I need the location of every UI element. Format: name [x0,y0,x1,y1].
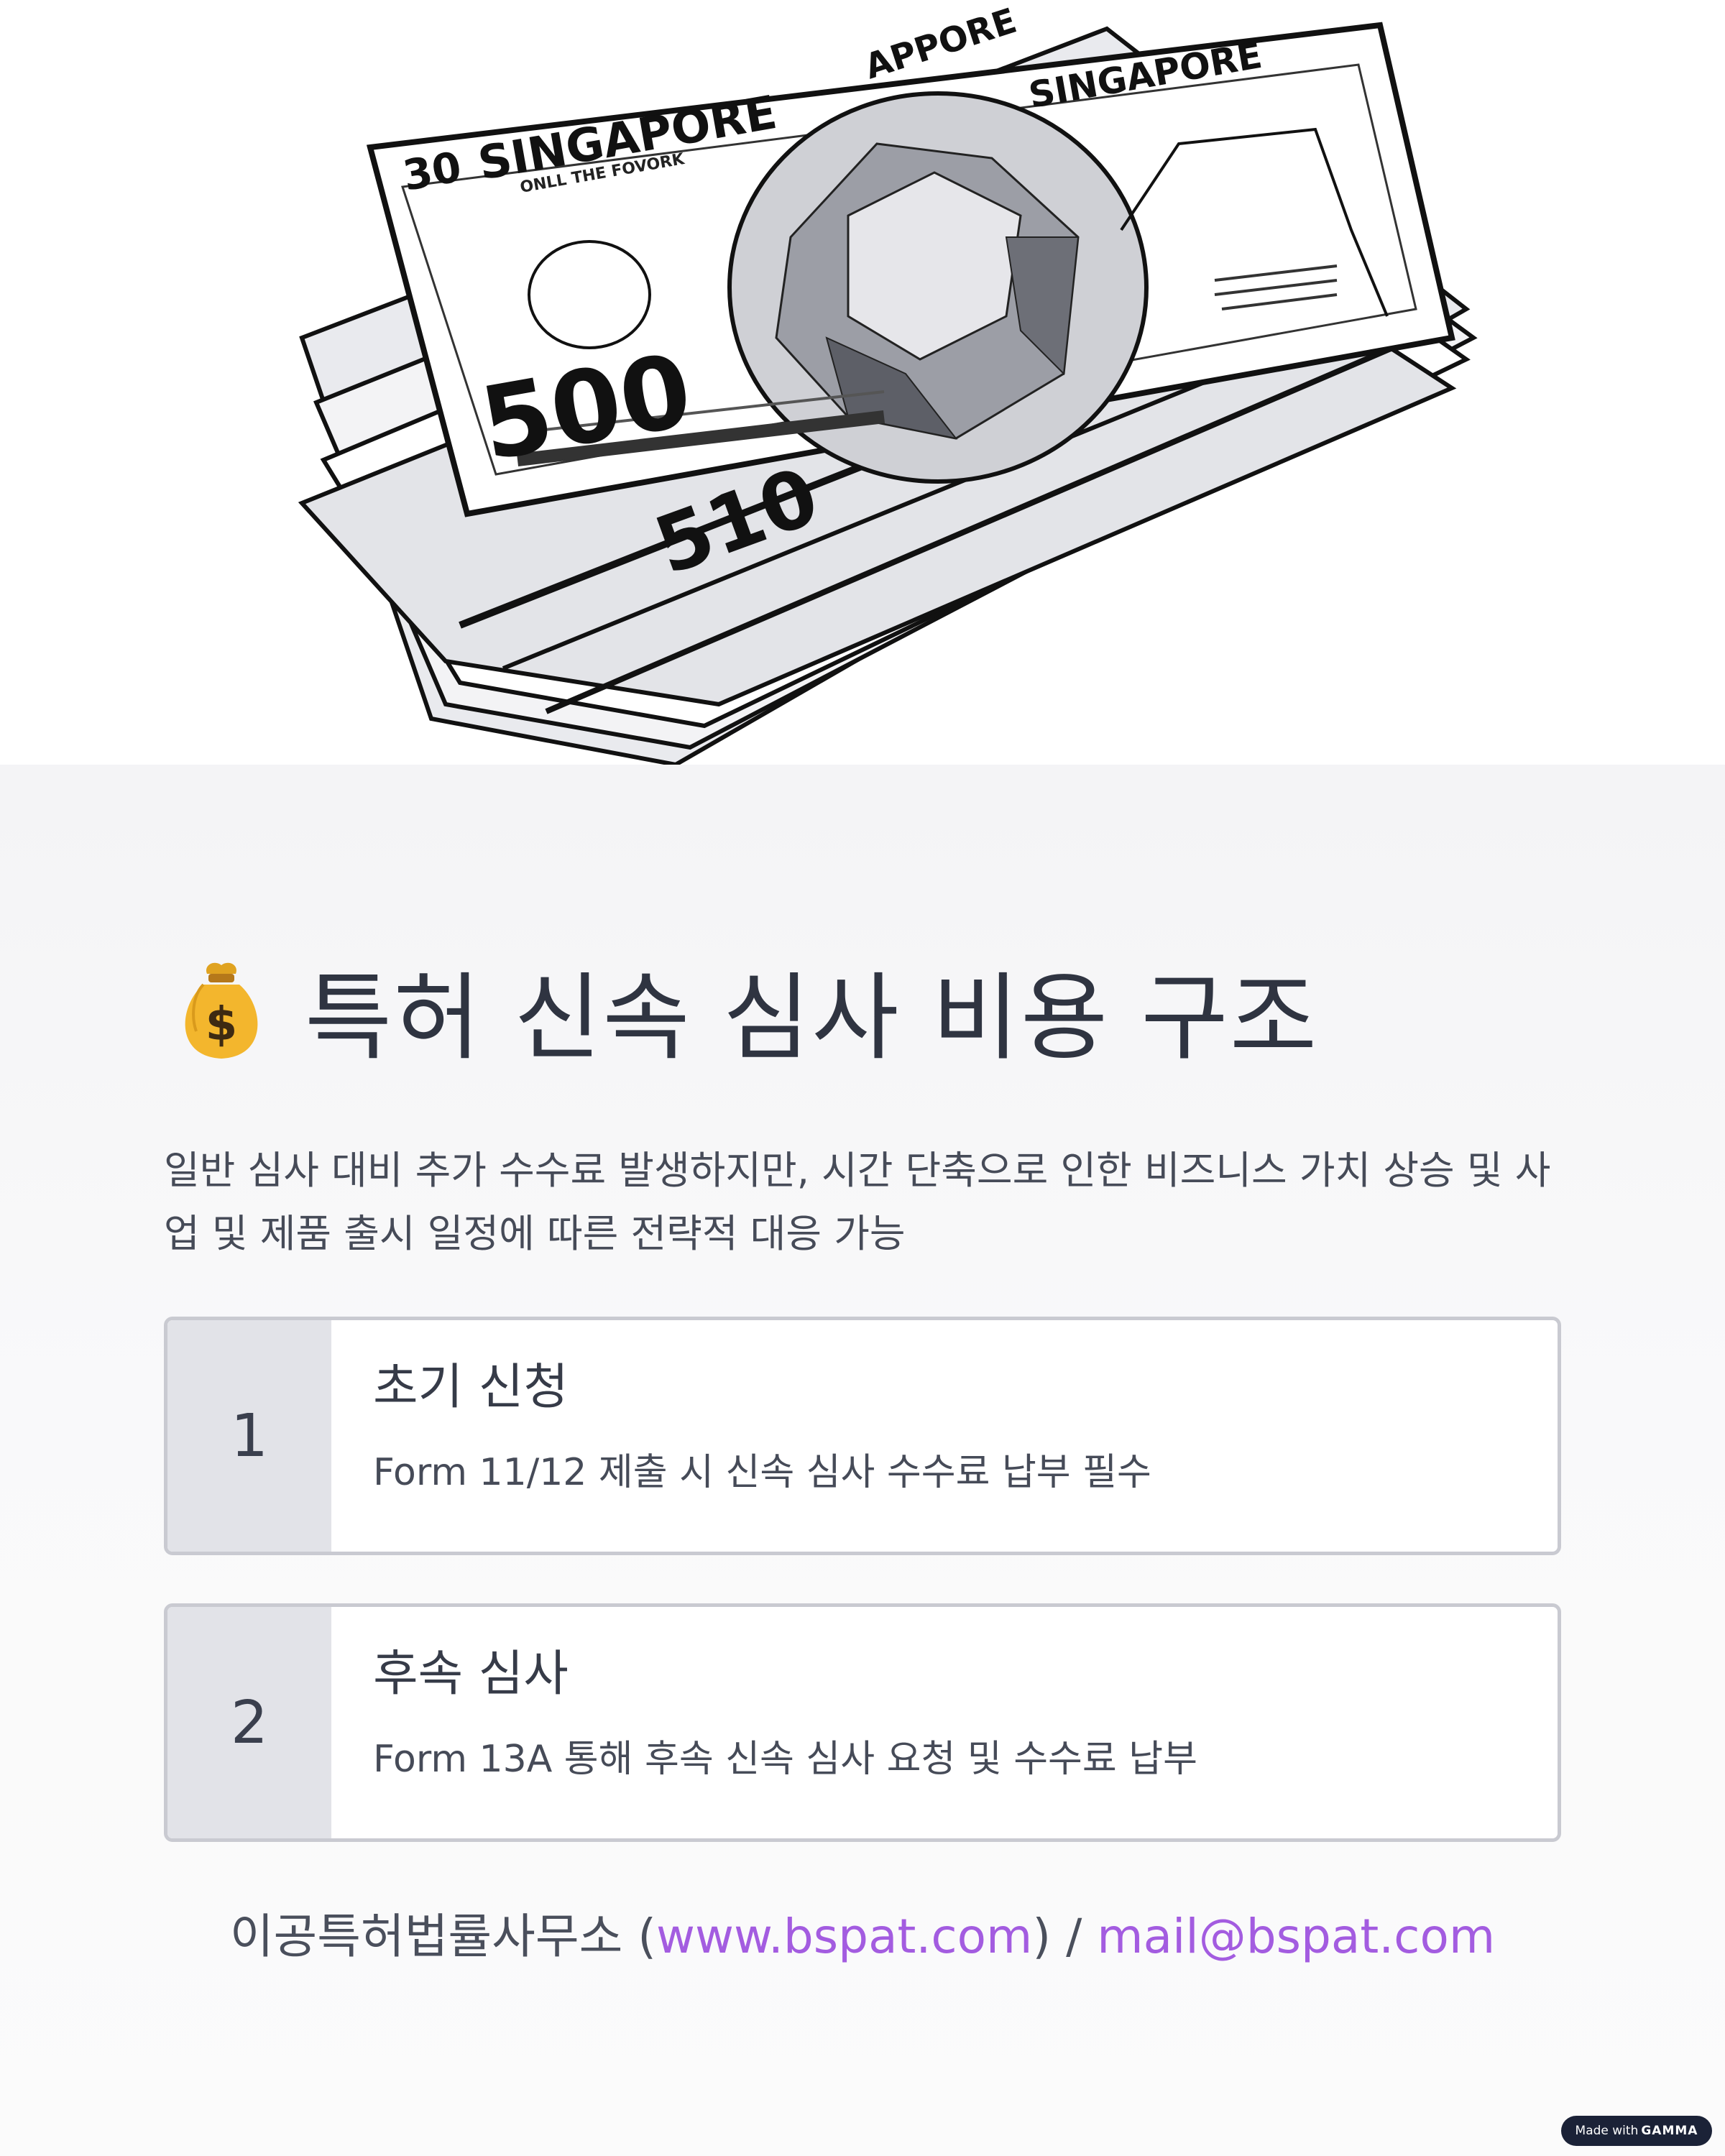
step-description: Form 13A 통해 후속 신속 심사 요청 및 수수료 납부 [373,1738,1197,1781]
step-number: 1 [167,1320,331,1552]
step-description: Form 11/12 제출 시 신속 심사 수수료 납부 필수 [373,1451,1151,1494]
website-link[interactable]: www.bspat.com [656,1909,1032,1964]
step-number: 2 [167,1607,331,1838]
step-body: 초기 신청 Form 11/12 제출 시 신속 심사 수수료 납부 필수 [331,1320,1151,1552]
step-body: 후속 심사 Form 13A 통해 후속 신속 심사 요청 및 수수료 납부 [331,1607,1197,1838]
step-card-2: 2 후속 심사 Form 13A 통해 후속 신속 심사 요청 및 수수료 납부 [164,1603,1561,1842]
bill-prefix: 30 [400,142,465,201]
hero-illustration: APPORE 510 30 SINGAPORE ONLL THE FOVORK … [0,0,1725,765]
firm-name: 이공특허법률사무소 ( [229,1909,657,1964]
badge-prefix: Made with [1575,2124,1639,2138]
banknote-stack-image: APPORE 510 30 SINGAPORE ONLL THE FOVORK … [298,1,1478,765]
made-with-gamma-badge[interactable]: Made with GAMMA [1561,2116,1712,2146]
step-title: 초기 신청 [373,1359,569,1416]
footer-contact: 이공특허법률사무소 (www.bspat.com) / mail@bspat.c… [0,1904,1725,1969]
badge-brand: GAMMA [1641,2124,1698,2138]
title-row: $ 특허 신속 심사 비용 구조 [164,949,1318,1074]
email-link[interactable]: mail@bspat.com [1097,1909,1495,1964]
step-card-1: 1 초기 신청 Form 11/12 제출 시 신속 심사 수수료 납부 필수 [164,1317,1561,1555]
intro-paragraph: 일반 심사 대비 추가 수수료 발생하지만, 시간 단축으로 인한 비즈니스 가… [164,1148,1551,1256]
money-bag-icon: $ [185,962,258,1059]
page-title: 특허 신속 심사 비용 구조 [305,962,1319,1074]
svg-text:$: $ [206,998,238,1051]
step-title: 후속 심사 [373,1646,569,1703]
footer-separator: ) / [1032,1909,1098,1964]
